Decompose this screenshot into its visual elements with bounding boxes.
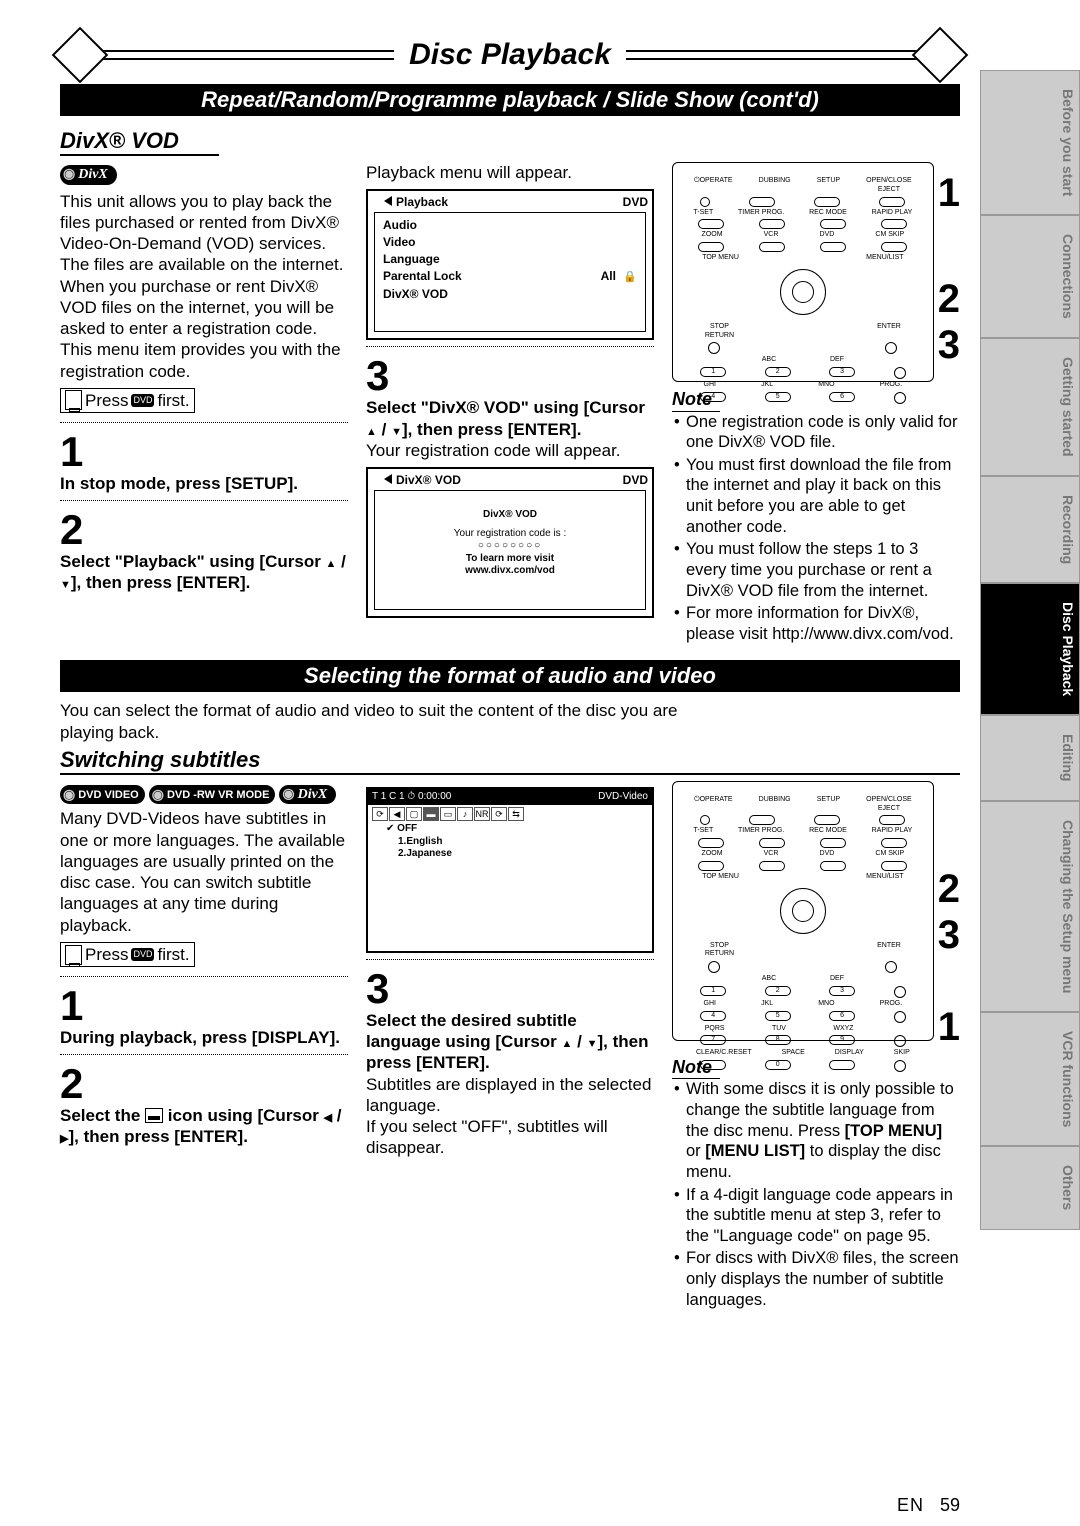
press-dvd-first-box-2: Press DVD first. (60, 942, 195, 967)
step-2-number: 2 (60, 509, 348, 551)
side-tab: Others (980, 1146, 1080, 1229)
page-number: EN59 (897, 1495, 960, 1516)
subs-col3: ⏻OPERATEDUBBINGSETUPOPEN/CLOSEEJECT T-SE… (672, 781, 960, 1312)
subs-step-1-text: During playback, press [DISPLAY]. (60, 1027, 348, 1048)
press-dvd-first-box: Press DVD first. (60, 388, 195, 413)
divx-heading: DivX® VOD (60, 128, 219, 156)
subs-col1: DVD VIDEO DVD -RW VR MODE DivX Many DVD-… (60, 781, 348, 1312)
step-1-number: 1 (60, 431, 348, 473)
remote-step-indicators-2: 2 3 1 (934, 781, 960, 1050)
display-screen: T 1 C 1 ⏱ 0:00:00DVD-Video ⟳◀▢▬▭♪NR⟳⇆ ✔ … (366, 787, 654, 953)
step-2-text: Select "Playback" using [Cursor / ], the… (60, 551, 348, 594)
chapter-banner: Disc Playback (60, 30, 960, 80)
vod-screen: DivX® VODDVD DivX® VOD Your registration… (366, 467, 654, 618)
recorder-icon (65, 945, 82, 965)
cursor-up-icon (326, 552, 337, 571)
step-3-text: Select "DivX® VOD" using [Cursor / ], th… (366, 397, 654, 440)
step-1-text: In stop mode, press [SETUP]. (60, 473, 348, 494)
subs-heading: Switching subtitles (60, 747, 960, 775)
cursor-down-icon (391, 420, 402, 439)
cursor-left-icon (324, 1106, 332, 1125)
divx-note-block: Note One registration code is only valid… (672, 382, 960, 644)
subtitle-icon (145, 1108, 163, 1123)
remote-diagram-1: ⏻OPERATEDUBBINGSETUPOPEN/CLOSEEJECT T-SE… (672, 162, 934, 382)
side-tab: Recording (980, 476, 1080, 583)
playback-menu-caption: Playback menu will appear. (366, 162, 654, 183)
section-title-2: Selecting the format of audio and video (60, 660, 960, 692)
decor-arrow-right-icon (912, 27, 969, 84)
divx-badge: DivX (60, 165, 117, 185)
subs-step-2-text: Select the icon using [Cursor / ], then … (60, 1105, 348, 1148)
divx-col1: DivX This unit allows you to play back t… (60, 162, 348, 646)
side-tab: Disc Playback (980, 583, 1080, 715)
side-tab: Changing the Setup menu (980, 801, 1080, 1012)
side-tab-index: Before you startConnectionsGetting start… (980, 70, 1080, 1230)
remote-step-indicators-1: 1 2 3 (934, 162, 960, 368)
side-tab: Connections (980, 215, 1080, 338)
chapter-title: Disc Playback (394, 38, 626, 72)
cursor-down-icon (60, 573, 71, 592)
manual-page: Disc Playback Repeat/Random/Programme pl… (0, 0, 1080, 1526)
subs-step-3-number: 3 (366, 968, 654, 1010)
divx-col2: Playback menu will appear. PlaybackDVD A… (366, 162, 654, 646)
decor-arrow-left-icon (52, 27, 109, 84)
format-intro: You can select the format of audio and v… (60, 700, 680, 743)
divx-intro-text: This unit allows you to play back the fi… (60, 191, 348, 382)
cursor-up-icon (562, 1032, 573, 1051)
dvd-button-icon: DVD (131, 394, 154, 407)
subs-step3-body2: If you select "OFF", subtitles will disa… (366, 1116, 654, 1159)
dvd-button-icon: DVD (131, 948, 154, 961)
remote-diagram-2: ⏻OPERATEDUBBINGSETUPOPEN/CLOSEEJECT T-SE… (672, 781, 934, 1041)
subs-intro: Many DVD-Videos have subtitles in one or… (60, 808, 348, 936)
subs-step-1-number: 1 (60, 985, 348, 1027)
subs-step-3-text: Select the desired subtitle language usi… (366, 1010, 654, 1074)
side-tab: Before you start (980, 70, 1080, 215)
side-tab: Editing (980, 715, 1080, 800)
recorder-icon (65, 390, 82, 410)
cursor-down-icon (587, 1032, 598, 1051)
step-3-number: 3 (366, 355, 654, 397)
playback-menu-screen: PlaybackDVD AudioVideoLanguageParental L… (366, 189, 654, 340)
subs-step-2-number: 2 (60, 1063, 348, 1105)
cursor-up-icon (366, 420, 377, 439)
section-title-1: Repeat/Random/Programme playback / Slide… (60, 84, 960, 116)
disc-badges: DVD VIDEO DVD -RW VR MODE DivX (60, 785, 348, 805)
subs-step3-body1: Subtitles are displayed in the selected … (366, 1074, 654, 1117)
reg-code-caption: Your registration code will appear. (366, 440, 654, 461)
divx-col3: ⏻OPERATEDUBBINGSETUPOPEN/CLOSEEJECT T-SE… (672, 162, 960, 646)
side-tab: VCR functions (980, 1012, 1080, 1146)
side-tab: Getting started (980, 338, 1080, 476)
subs-note-block: Note With some discs it is only possible… (672, 1050, 960, 1310)
subs-col2: T 1 C 1 ⏱ 0:00:00DVD-Video ⟳◀▢▬▭♪NR⟳⇆ ✔ … (366, 781, 654, 1312)
